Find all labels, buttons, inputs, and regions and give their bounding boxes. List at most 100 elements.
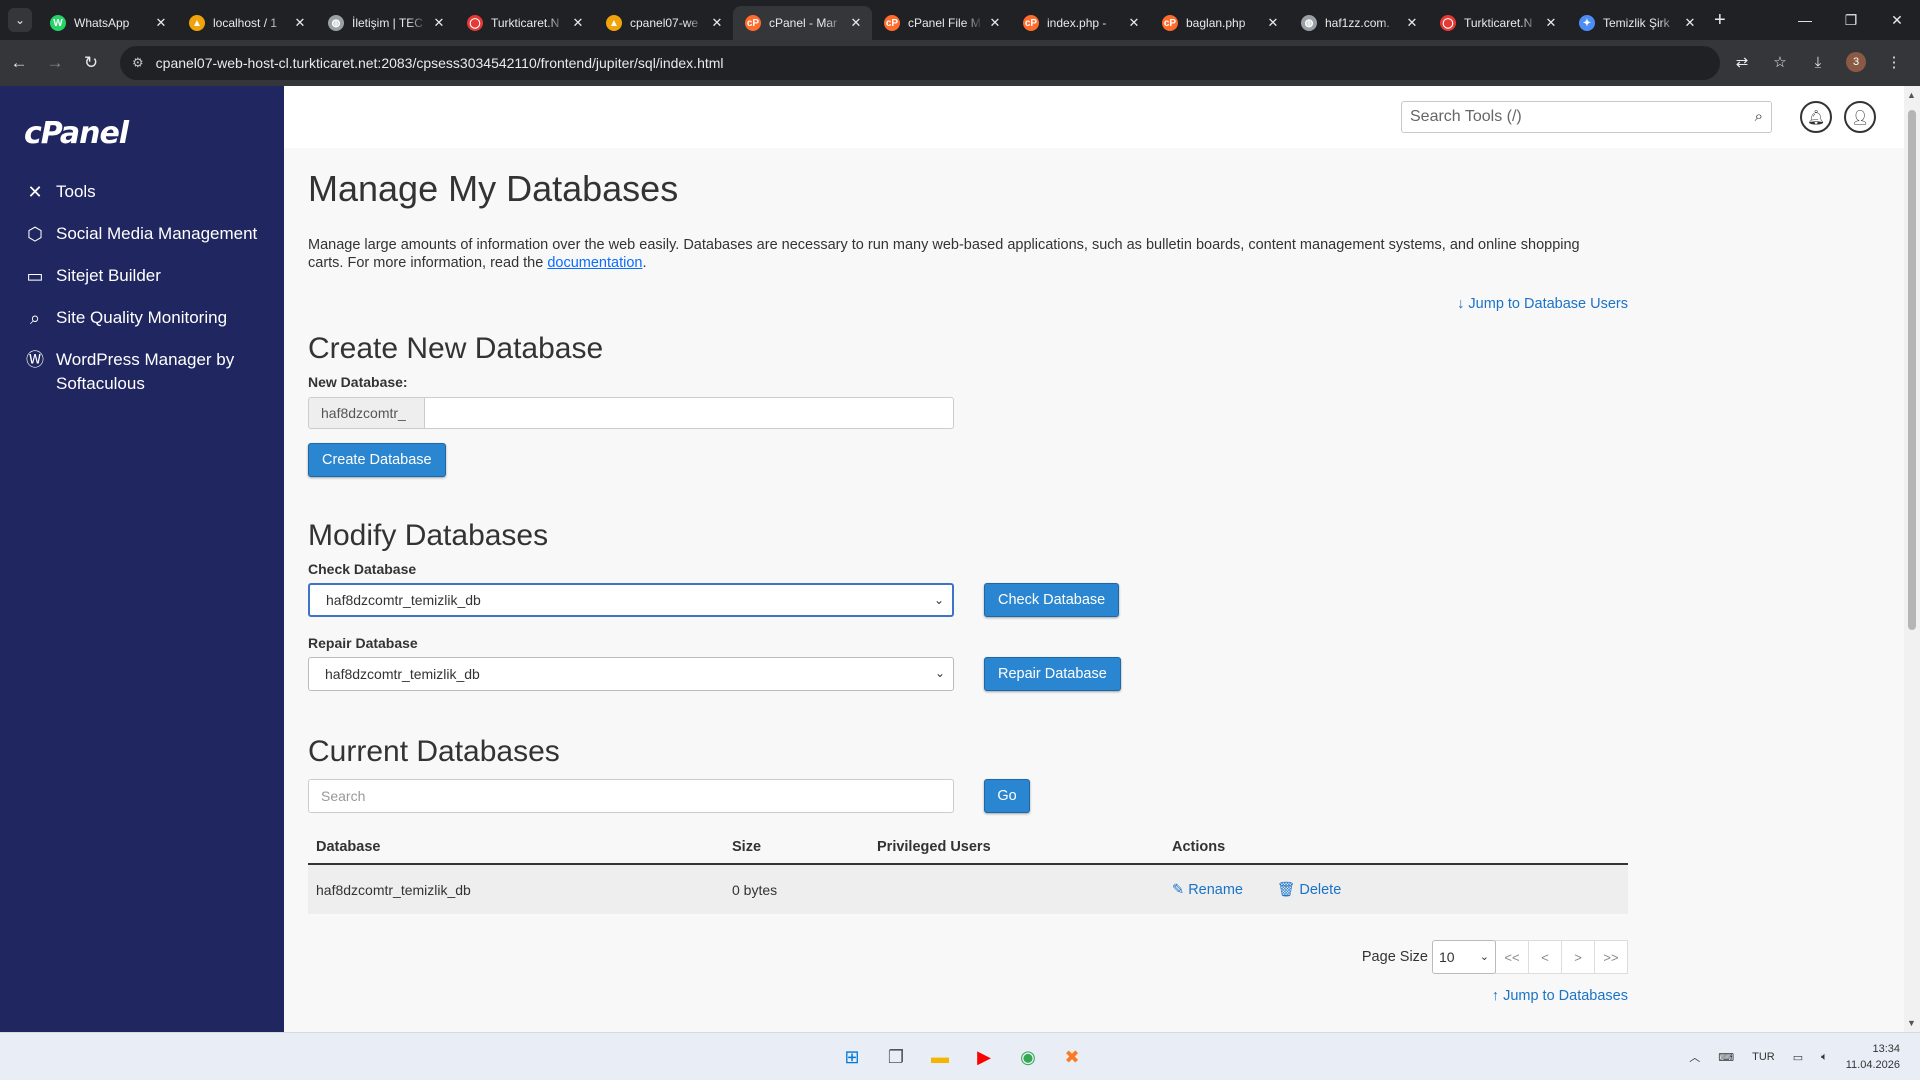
language-indicator[interactable]: TUR [1752,1051,1775,1063]
chrome-icon[interactable]: ◉ [1012,1041,1044,1073]
tab-title: cpanel07-we [630,16,699,30]
jump-to-databases-link[interactable]: ↑ Jump to Databases [308,988,1628,1004]
browser-tab[interactable]: cP cPanel - Mar ✕ [733,6,872,40]
tab-close-icon[interactable]: ✕ [1265,15,1281,31]
notifications-bell-icon[interactable]: 🔔︎ [1800,101,1832,133]
browser-tab[interactable]: ◯ Turkticaret.N ✕ [455,6,594,40]
tab-close-icon[interactable]: ✕ [292,15,308,31]
translate-icon[interactable]: ⇄ [1726,46,1758,78]
close-window-icon[interactable]: ✕ [1874,0,1920,40]
last-page-button[interactable]: >> [1594,940,1628,974]
page-size-value: 10 [1439,949,1455,965]
address-bar[interactable]: ⚙ cpanel07-web-host-cl.turkticaret.net:2… [120,46,1720,80]
tab-close-icon[interactable]: ✕ [1404,15,1420,31]
reload-icon[interactable]: ↻ [74,46,108,80]
volume-icon[interactable]: 🔈︎ [1821,1051,1828,1064]
check-database-row: haf8dzcomtr_temizlik_db ⌄ Check Database [308,583,1628,617]
browser-tab[interactable]: ✦ Temizlik Şirk ✕ [1567,6,1706,40]
scroll-down-icon[interactable]: ▼ [1907,1018,1916,1028]
check-database-button[interactable]: Check Database [984,583,1120,617]
browser-tab[interactable]: ◯ Turkticaret.N ✕ [1428,6,1567,40]
tab-title: index.php - [1047,16,1107,30]
xampp-icon[interactable]: ✖ [1056,1041,1088,1073]
forward-icon[interactable]: → [38,46,72,80]
go-button[interactable]: Go [984,779,1030,813]
page-size-select[interactable]: 10 ⌄ [1432,940,1496,974]
tab-close-icon[interactable]: ✕ [431,15,447,31]
sidebar-item-sitejet[interactable]: ▭ Sitejet Builder [24,264,274,288]
rename-link[interactable]: ✎ Rename [1172,882,1243,898]
create-database-button[interactable]: Create Database [308,443,446,477]
back-icon[interactable]: ← [2,46,36,80]
tab-title: WhatsApp [74,16,130,30]
search-tools-input[interactable]: Search Tools (/) ⌕ [1401,101,1772,133]
sidebar-item-site-quality[interactable]: ⌕ Site Quality Monitoring [24,306,274,330]
bookmark-star-icon[interactable]: ☆ [1764,46,1796,78]
site-info-icon[interactable]: ⚙ [132,55,144,71]
browser-menu-icon[interactable]: ⋮ [1878,46,1910,78]
tab-list: W WhatsApp ✕ ▲ localhost / 1 ✕ ◍ İletişim | TEC… [38,0,1706,40]
tab-close-icon[interactable]: ✕ [1682,15,1698,31]
tab-title: cPanel - Mar [769,16,838,30]
tab-close-icon[interactable]: ✕ [1126,15,1142,31]
scroll-thumb[interactable] [1908,110,1916,630]
network-icon[interactable]: ▭ [1793,1051,1803,1064]
cpanel-logo[interactable]: cPanel [24,116,129,151]
tab-close-icon[interactable]: ✕ [153,15,169,31]
sidebar-item-label: Social Media Management [56,224,258,243]
sidebar-item-tools[interactable]: ✕ Tools [24,180,274,204]
sidebar-item-social-media[interactable]: ⬡ Social Media Management [24,222,274,246]
tab-close-icon[interactable]: ✕ [848,15,864,31]
download-icon[interactable]: ⤓ [1802,46,1834,78]
clock[interactable]: 13:34 11.04.2026 [1846,1041,1900,1073]
tab-close-icon[interactable]: ✕ [987,15,1003,31]
tab-close-icon[interactable]: ✕ [1543,15,1559,31]
delete-link[interactable]: 🗑︎ Delete [1277,882,1341,898]
new-tab-button[interactable]: + [1714,9,1726,32]
delete-label: Delete [1299,882,1342,898]
tab-close-icon[interactable]: ✕ [709,15,725,31]
file-explorer-icon[interactable]: ▬ [924,1041,956,1073]
new-database-input[interactable] [424,397,954,429]
documentation-link[interactable]: documentation [547,255,642,271]
profile-avatar[interactable]: 3 [1846,52,1866,72]
page-scrollbar[interactable]: ▲ ▼ [1904,86,1920,1032]
jump-to-users-link[interactable]: ↓ Jump to Database Users [308,296,1628,312]
youtube-icon[interactable]: ▶ [968,1041,1000,1073]
database-search-input[interactable]: Search [308,779,954,813]
previous-page-button[interactable]: < [1528,940,1562,974]
check-database-select[interactable]: haf8dzcomtr_temizlik_db ⌄ [308,583,954,617]
tab-search-icon[interactable]: ⌄ [8,8,32,32]
social-media-icon: ⬡ [27,224,43,244]
browser-tab[interactable]: cP cPanel File M ✕ [872,6,1011,40]
search-icon[interactable]: ⌕ [1755,108,1763,125]
task-view-icon[interactable]: ❐ [880,1041,912,1073]
sidebar-item-wordpress[interactable]: Ⓦ WordPress Manager by Softaculous [24,348,274,396]
next-page-button[interactable]: > [1561,940,1595,974]
browser-tab[interactable]: cP index.php - ✕ [1011,6,1150,40]
tab-favicon-icon: cP [884,15,900,31]
taskbar-apps: ⊞ ❐ ▬ ▶ ◉ ✖ [836,1041,1088,1073]
databases-table: Database Size Privileged Users Actions h… [308,831,1628,914]
column-header-database[interactable]: Database [308,831,724,865]
column-header-size[interactable]: Size [724,831,869,865]
minimize-icon[interactable]: — [1782,0,1828,40]
browser-tab[interactable]: ▲ localhost / 1 ✕ [177,6,316,40]
windows-start-icon[interactable]: ⊞ [836,1041,868,1073]
tab-close-icon[interactable]: ✕ [570,15,586,31]
sidebar-item-label: Sitejet Builder [56,266,161,285]
restore-icon[interactable]: ❐ [1828,0,1874,40]
tab-favicon-icon: ◯ [467,15,483,31]
browser-tab[interactable]: ◍ haf1zz.com. ✕ [1289,6,1428,40]
scroll-up-icon[interactable]: ▲ [1907,90,1916,100]
user-account-icon[interactable]: 👤︎ [1844,101,1876,133]
repair-database-select[interactable]: haf8dzcomtr_temizlik_db ⌄ [308,657,954,691]
tray-chevron-up-icon[interactable]: ︿ [1689,1049,1700,1065]
browser-tab[interactable]: ▲ cpanel07-we ✕ [594,6,733,40]
repair-database-button[interactable]: Repair Database [984,657,1121,691]
browser-tab[interactable]: W WhatsApp ✕ [38,6,177,40]
first-page-button[interactable]: << [1495,940,1529,974]
browser-tab[interactable]: ◍ İletişim | TEC ✕ [316,6,455,40]
keyboard-icon[interactable]: ⌨ [1718,1051,1734,1064]
browser-tab[interactable]: cP baglan.php ✕ [1150,6,1289,40]
